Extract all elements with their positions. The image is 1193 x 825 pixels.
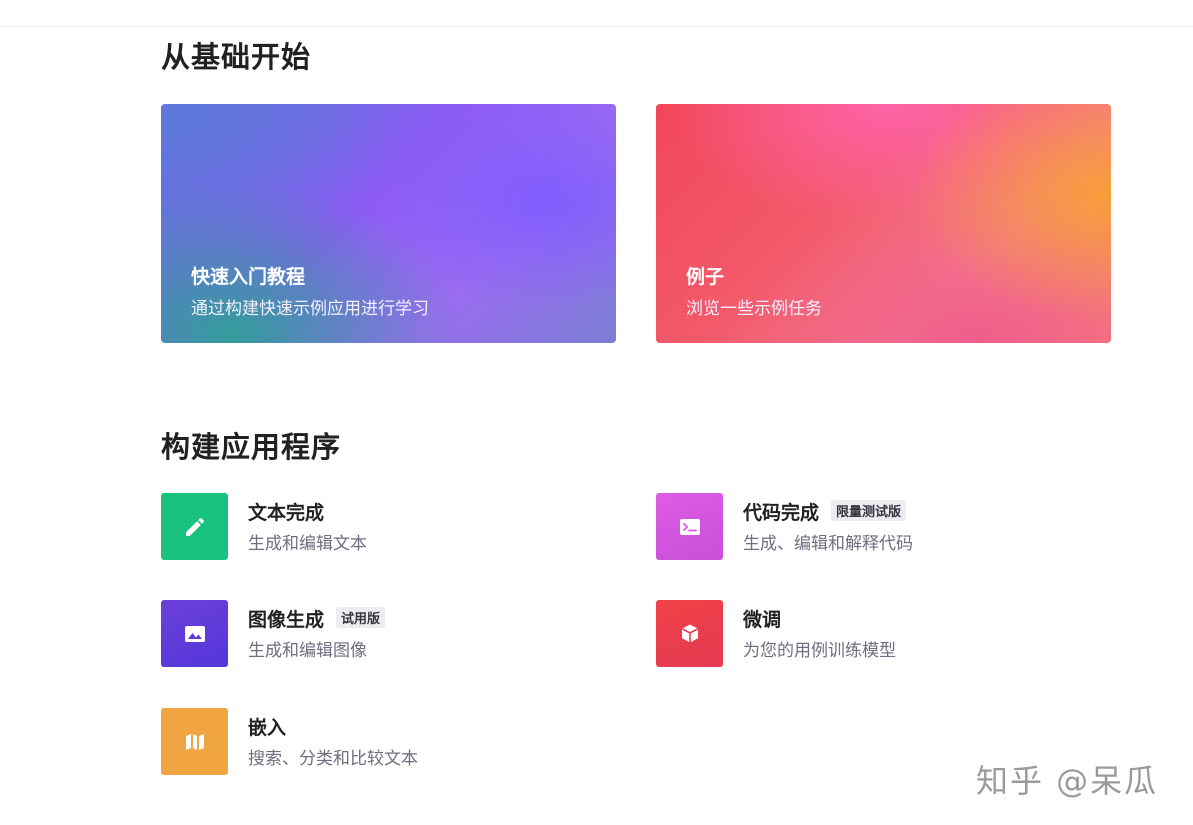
- quickstart-card-title: 快速入门教程: [191, 266, 306, 288]
- fine-tuning-item[interactable]: 微调 为您的用例训练模型: [656, 600, 1076, 668]
- section-title-build: 构建应用程序: [161, 430, 342, 464]
- examples-card[interactable]: 例子 浏览一些示例任务: [656, 104, 1111, 343]
- trial-badge: 试用版: [336, 607, 386, 628]
- section-title-basics: 从基础开始: [161, 40, 312, 74]
- image-generation-description: 生成和编辑图像: [248, 641, 367, 661]
- image-generation-name: 图像生成 试用版: [248, 605, 386, 632]
- limited-beta-badge: 限量测试版: [831, 500, 907, 521]
- fine-tuning-name: 微调: [743, 609, 782, 631]
- embeddings-item[interactable]: 嵌入 搜索、分类和比较文本: [161, 708, 581, 776]
- code-completion-name-text: 代码完成: [743, 502, 820, 524]
- examples-card-title: 例子: [686, 266, 725, 288]
- embeddings-description: 搜索、分类和比较文本: [248, 749, 418, 769]
- image-icon: [161, 600, 228, 667]
- top-bar: [0, 0, 1193, 27]
- code-completion-name: 代码完成 限量测试版: [743, 498, 907, 525]
- map-icon: [161, 708, 228, 775]
- quickstart-card[interactable]: 快速入门教程 通过构建快速示例应用进行学习: [161, 104, 616, 343]
- text-completion-name: 文本完成: [248, 502, 325, 524]
- terminal-icon: [656, 493, 723, 560]
- fine-tuning-description: 为您的用例训练模型: [743, 641, 896, 661]
- code-completion-item[interactable]: 代码完成 限量测试版 生成、编辑和解释代码: [656, 493, 1076, 561]
- watermark: 知乎 @呆瓜: [976, 762, 1159, 800]
- cube-icon: [656, 600, 723, 667]
- image-generation-name-text: 图像生成: [248, 609, 325, 631]
- embeddings-name: 嵌入: [248, 717, 287, 739]
- pencil-icon: [161, 493, 228, 560]
- quickstart-card-description: 通过构建快速示例应用进行学习: [191, 299, 429, 319]
- image-generation-item[interactable]: 图像生成 试用版 生成和编辑图像: [161, 600, 581, 668]
- examples-card-description: 浏览一些示例任务: [686, 299, 822, 319]
- code-completion-description: 生成、编辑和解释代码: [743, 534, 913, 554]
- text-completion-description: 生成和编辑文本: [248, 534, 367, 554]
- text-completion-item[interactable]: 文本完成 生成和编辑文本: [161, 493, 581, 561]
